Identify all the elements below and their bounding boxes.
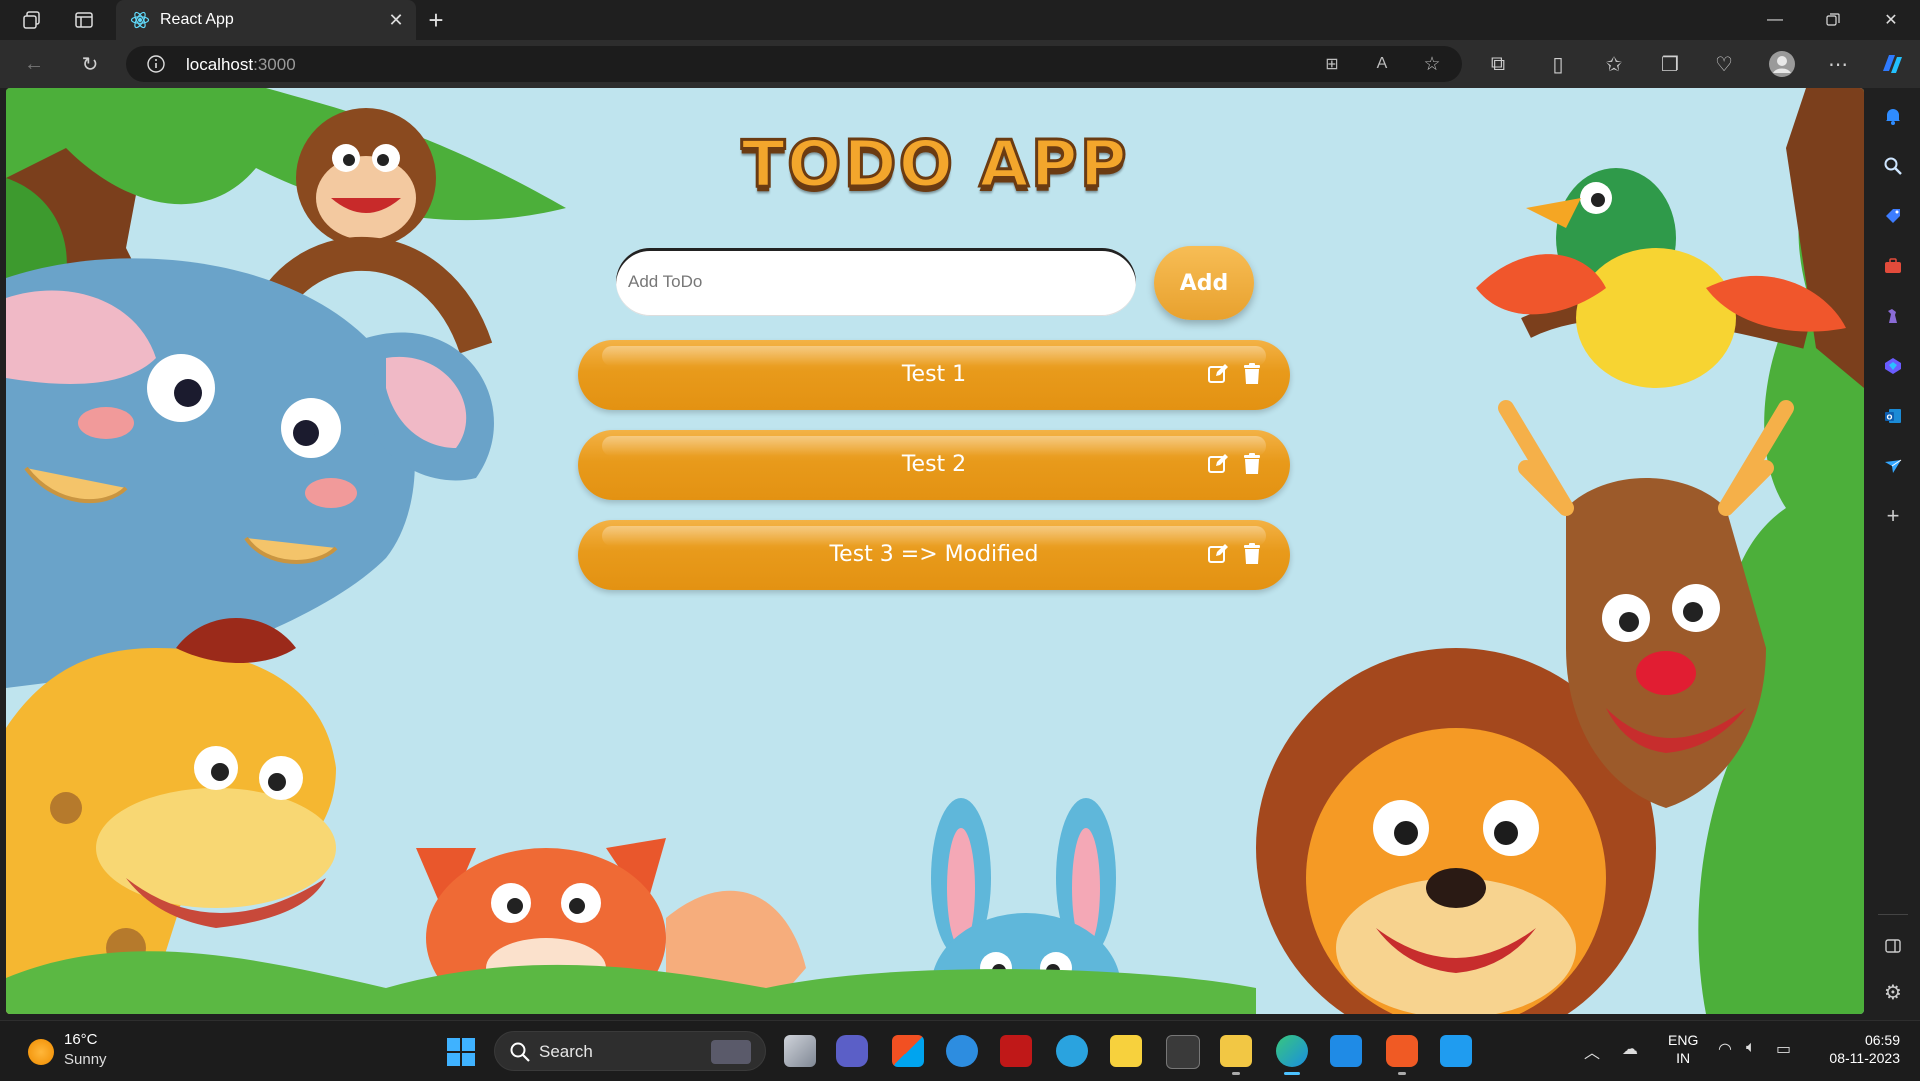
windows-start-icon[interactable] <box>446 1037 476 1067</box>
new-tab-button[interactable]: + <box>422 5 450 35</box>
microsoft-store-icon[interactable] <box>892 1035 924 1067</box>
copilot-icon[interactable] <box>1878 50 1906 78</box>
refresh-icon[interactable]: ↻ <box>76 50 104 78</box>
collections-icon[interactable]: ❐ <box>1656 50 1684 78</box>
url-host: localhost <box>186 55 254 74</box>
tab-react-app[interactable]: React App ✕ <box>116 0 416 40</box>
settings-gear-icon[interactable]: ⚙ <box>1881 980 1905 1004</box>
extensions-icon[interactable]: ⧉ <box>1484 50 1512 78</box>
tab-strip: React App ✕ + — ✕ <box>0 0 1920 40</box>
edit-icon[interactable] <box>1206 542 1230 566</box>
page-viewport: TODO APP Add Test 1 Test 2 <box>6 88 1864 1014</box>
browser-essentials-icon[interactable]: ♡ <box>1710 50 1738 78</box>
split-screen-icon[interactable]: ▯ <box>1544 50 1572 78</box>
favorite-star-icon[interactable]: ☆ <box>1422 54 1442 75</box>
sun-weather-icon[interactable] <box>28 1039 54 1065</box>
get-help-icon[interactable] <box>946 1035 978 1067</box>
react-icon <box>130 11 150 29</box>
system-clock[interactable]: 06:59 08-11-2023 <box>1812 1031 1900 1067</box>
todo-item: Test 2 <box>578 430 1290 500</box>
tab-title: React App <box>160 11 234 28</box>
search-icon[interactable] <box>1881 154 1905 178</box>
restore-button[interactable] <box>1804 0 1862 40</box>
weather-temperature[interactable]: 16°C <box>64 1031 98 1048</box>
lang-code: ENG <box>1668 1032 1699 1048</box>
todo-text: Test 3 => Modified <box>829 542 1039 567</box>
lang-region: IN <box>1676 1050 1691 1066</box>
edge-browser-icon[interactable] <box>1276 1035 1308 1075</box>
weather-condition[interactable]: Sunny <box>64 1051 107 1068</box>
edit-icon[interactable] <box>1206 362 1230 386</box>
trash-icon[interactable] <box>1240 362 1264 386</box>
show-hidden-icons-chevron-icon[interactable]: ︿ <box>1584 1039 1600 1063</box>
send-icon[interactable] <box>1881 454 1905 478</box>
notifications-bell-icon[interactable] <box>1881 104 1905 128</box>
trash-icon[interactable] <box>1240 452 1264 476</box>
battery-icon[interactable]: ▭ <box>1776 1039 1791 1059</box>
profile-avatar-icon[interactable] <box>1768 50 1796 78</box>
site-info-icon[interactable] <box>146 54 166 74</box>
vscode-icon[interactable] <box>1440 1035 1472 1067</box>
terminal-icon[interactable] <box>1166 1035 1200 1069</box>
minimize-button[interactable]: — <box>1746 0 1804 40</box>
tab-actions-icon[interactable] <box>72 8 96 32</box>
close-window-button[interactable]: ✕ <box>1862 0 1920 40</box>
svg-text:O: O <box>1887 414 1893 422</box>
telegram-icon[interactable] <box>1056 1035 1088 1067</box>
outlook-icon[interactable]: O <box>1881 404 1905 428</box>
app-title: TODO APP <box>740 127 1129 204</box>
trash-icon[interactable] <box>1240 542 1264 566</box>
todo-text: Test 1 <box>901 362 967 387</box>
browser-toolbar: ← ↻ localhost:3000 ⊞ A ☆ ⧉ ▯ ✩ ❐ ♡ ⋯ <box>0 40 1920 88</box>
file-explorer-icon[interactable] <box>1220 1035 1252 1075</box>
edit-icon[interactable] <box>1206 452 1230 476</box>
todo-list: Test 1 Test 2 Test 3 => Modified <box>578 340 1290 610</box>
task-view-icon[interactable] <box>784 1035 816 1067</box>
language-indicator[interactable]: ENG IN <box>1668 1031 1698 1067</box>
taskbar-search[interactable]: Search <box>494 1031 766 1071</box>
todo-item: Test 1 <box>578 340 1290 410</box>
url-port: :3000 <box>253 55 296 74</box>
workspaces-icon[interactable] <box>20 8 44 32</box>
todo-text: Test 2 <box>901 452 967 477</box>
address-bar[interactable]: localhost:3000 ⊞ A ☆ <box>126 46 1462 82</box>
search-icon <box>510 1042 530 1062</box>
brave-browser-icon[interactable] <box>1386 1035 1418 1075</box>
wifi-icon[interactable]: ◠ <box>1718 1039 1732 1059</box>
onedrive-cloud-icon[interactable]: ☁ <box>1622 1039 1638 1059</box>
close-tab-icon[interactable]: ✕ <box>384 8 408 32</box>
clock-date: 08-11-2023 <box>1829 1050 1900 1066</box>
tools-briefcase-icon[interactable] <box>1881 254 1905 278</box>
windows-taskbar: 16°C Sunny Search ︿ ☁ ENG IN ◠ 🔈︎ ▭ 06:5… <box>0 1020 1920 1081</box>
more-menu-icon[interactable]: ⋯ <box>1824 50 1852 78</box>
games-icon[interactable] <box>1881 304 1905 328</box>
notepad-icon[interactable] <box>1330 1035 1362 1067</box>
microsoft-365-icon[interactable] <box>1881 354 1905 378</box>
hide-sidebar-icon[interactable] <box>1881 934 1905 958</box>
back-arrow-icon[interactable]: ← <box>20 50 48 78</box>
todo-item: Test 3 => Modified <box>578 520 1290 590</box>
sticky-notes-icon[interactable] <box>1110 1035 1142 1067</box>
mcafee-icon[interactable] <box>1000 1035 1032 1067</box>
read-aloud-icon[interactable]: A <box>1372 54 1392 74</box>
add-sidebar-app-icon[interactable]: + <box>1881 503 1905 528</box>
add-todo-button[interactable]: Add <box>1154 246 1254 320</box>
sidebar-divider <box>1878 914 1908 915</box>
search-highlight-image <box>711 1040 751 1064</box>
edge-sidebar: O + ⚙ <box>1866 88 1920 1020</box>
app-available-icon[interactable]: ⊞ <box>1322 54 1342 74</box>
clock-time: 06:59 <box>1864 1032 1900 1048</box>
favorites-icon[interactable]: ✩ <box>1600 50 1628 78</box>
teams-chat-icon[interactable] <box>836 1035 868 1067</box>
search-label: Search <box>539 1042 593 1061</box>
volume-icon[interactable]: 🔈︎ <box>1746 1039 1756 1057</box>
shopping-tag-icon[interactable] <box>1881 204 1905 228</box>
todo-input[interactable] <box>616 248 1136 316</box>
